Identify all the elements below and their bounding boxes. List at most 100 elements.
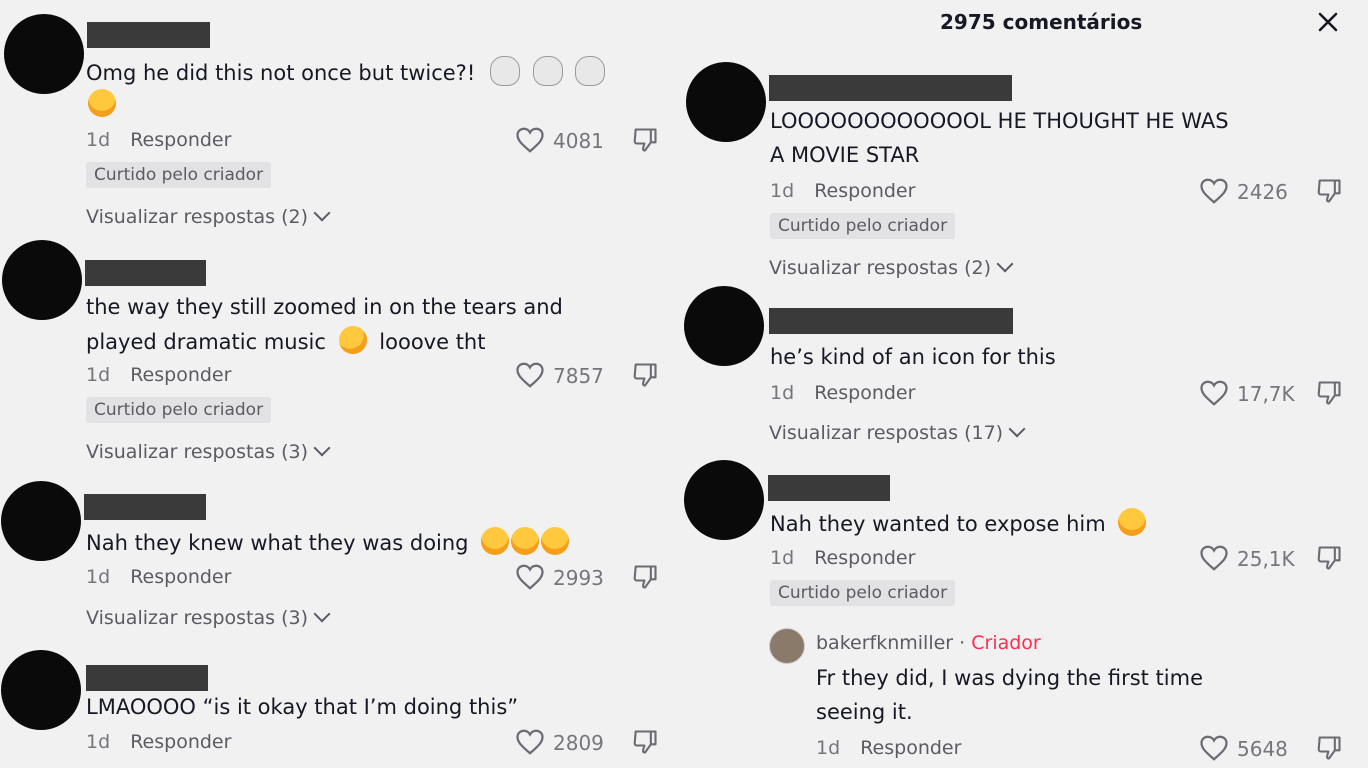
like-count: 17,7K bbox=[1237, 382, 1295, 406]
liked-by-creator-badge: Curtido pelo criador bbox=[86, 162, 272, 188]
laughing-emoji-icon bbox=[481, 527, 510, 555]
like-count: 5648 bbox=[1237, 737, 1288, 761]
laughing-emoji-icon bbox=[541, 527, 570, 555]
chevron-down-icon bbox=[313, 204, 331, 222]
like-count: 2426 bbox=[1237, 180, 1288, 204]
comment-text: Nah they knew what they was doing bbox=[86, 526, 570, 560]
comment-text: LMAOOOO “is it okay that I’m doing this” bbox=[86, 695, 519, 719]
chevron-down-icon bbox=[313, 605, 331, 623]
reply-button[interactable]: Responder bbox=[814, 547, 915, 569]
dislike-icon[interactable] bbox=[1315, 177, 1343, 205]
redacted-username[interactable] bbox=[769, 308, 1013, 334]
dislike-icon[interactable] bbox=[631, 728, 659, 756]
comment-meta: 1d Responder bbox=[86, 364, 231, 386]
like-heart-icon[interactable] bbox=[515, 361, 545, 389]
avatar[interactable] bbox=[1, 481, 81, 561]
liked-by-creator-badge: Curtido pelo criador bbox=[770, 580, 956, 606]
reply-button[interactable]: Responder bbox=[860, 737, 961, 759]
dislike-icon[interactable] bbox=[631, 126, 659, 154]
reply-button[interactable]: Responder bbox=[130, 129, 231, 151]
comment-text-line2: A MOVIE STAR bbox=[770, 143, 920, 167]
view-replies-button[interactable]: Visualizar respostas (2) bbox=[769, 255, 1014, 279]
view-replies-button[interactable]: Visualizar respostas (3) bbox=[86, 439, 331, 463]
view-replies-button[interactable]: Visualizar respostas (17) bbox=[769, 420, 1026, 444]
like-count: 4081 bbox=[553, 129, 604, 153]
comment-time: 1d bbox=[770, 547, 795, 569]
dislike-icon[interactable] bbox=[1315, 544, 1343, 572]
reply-button[interactable]: Responder bbox=[814, 382, 915, 404]
comment-time: 1d bbox=[770, 180, 795, 202]
laughing-emoji-icon bbox=[88, 89, 116, 117]
avatar[interactable] bbox=[684, 286, 764, 366]
creator-username[interactable]: bakerfknmiller bbox=[816, 632, 953, 654]
avatar[interactable] bbox=[684, 460, 764, 540]
like-heart-icon[interactable] bbox=[1199, 177, 1229, 205]
like-count: 2993 bbox=[553, 566, 604, 590]
like-heart-icon[interactable] bbox=[1199, 734, 1229, 762]
laughing-emoji-icon bbox=[1118, 508, 1147, 536]
dislike-icon[interactable] bbox=[1315, 379, 1343, 407]
like-count: 2809 bbox=[553, 731, 604, 755]
comment-time: 1d bbox=[86, 129, 111, 151]
comment-text: Omg he did this not once but twice?! bbox=[86, 56, 606, 90]
redacted-username[interactable] bbox=[768, 475, 890, 501]
comment-meta: 1d Responder bbox=[770, 547, 915, 569]
comment-meta: 1d Responder bbox=[86, 566, 231, 588]
comments-panel-left: Omg he did this not once but twice?! 1d … bbox=[0, 0, 684, 768]
avatar[interactable] bbox=[1, 650, 81, 730]
close-icon[interactable] bbox=[1316, 10, 1340, 34]
comment-meta: 1d Responder bbox=[770, 382, 915, 404]
comment-text: he’s kind of an icon for this bbox=[770, 345, 1056, 369]
like-heart-icon[interactable] bbox=[1199, 544, 1229, 572]
avatar[interactable] bbox=[4, 14, 84, 94]
comment-meta: 1d Responder bbox=[816, 737, 961, 759]
comment-time: 1d bbox=[816, 737, 841, 759]
like-heart-icon[interactable] bbox=[515, 563, 545, 591]
dislike-icon[interactable] bbox=[1315, 734, 1343, 762]
comments-panel-right: 2975 comentários LOOOOOOOOOOOOL HE THOUG… bbox=[684, 0, 1368, 768]
chevron-down-icon bbox=[1008, 420, 1026, 438]
skull-emoji-icon bbox=[532, 56, 563, 86]
like-count: 25,1K bbox=[1237, 547, 1295, 571]
comment-meta: 1d Responder bbox=[86, 129, 231, 151]
laughing-emoji-icon bbox=[511, 527, 540, 555]
liked-by-creator-badge: Curtido pelo criador bbox=[86, 397, 272, 423]
reply-button[interactable]: Responder bbox=[130, 731, 231, 753]
redacted-username[interactable] bbox=[86, 665, 208, 691]
redacted-username[interactable] bbox=[85, 260, 206, 286]
chevron-down-icon bbox=[313, 439, 331, 457]
comment-time: 1d bbox=[86, 566, 111, 588]
comment-meta: 1d Responder bbox=[770, 180, 915, 202]
comment-text: LOOOOOOOOOOOOL HE THOUGHT HE WAS bbox=[770, 109, 1229, 133]
comment-text-line2: played dramatic music looove tht bbox=[86, 320, 485, 360]
comment-text: the way they still zoomed in on the tear… bbox=[86, 295, 563, 319]
reply-button[interactable]: Responder bbox=[130, 364, 231, 386]
view-replies-button[interactable]: Visualizar respostas (3) bbox=[86, 605, 331, 629]
creator-tag: Criador bbox=[971, 632, 1041, 654]
comment-text: Nah they wanted to expose him bbox=[770, 507, 1147, 541]
avatar[interactable] bbox=[686, 62, 766, 142]
dislike-icon[interactable] bbox=[631, 361, 659, 389]
creator-avatar[interactable] bbox=[769, 628, 805, 664]
avatar[interactable] bbox=[2, 240, 82, 320]
dislike-icon[interactable] bbox=[631, 563, 659, 591]
rofl-emoji-icon bbox=[333, 320, 372, 360]
redacted-username[interactable] bbox=[84, 494, 206, 520]
liked-by-creator-badge: Curtido pelo criador bbox=[770, 213, 956, 239]
reply-text-line2: seeing it. bbox=[816, 700, 913, 724]
comments-count-title: 2975 comentários bbox=[940, 10, 1143, 34]
comment-text-line2 bbox=[86, 88, 116, 122]
like-heart-icon[interactable] bbox=[515, 728, 545, 756]
comment-meta: 1d Responder bbox=[86, 731, 231, 753]
like-heart-icon[interactable] bbox=[1199, 379, 1229, 407]
like-count: 7857 bbox=[553, 364, 604, 388]
like-heart-icon[interactable] bbox=[515, 126, 545, 154]
reply-button[interactable]: Responder bbox=[130, 566, 231, 588]
view-replies-button[interactable]: Visualizar respostas (2) bbox=[86, 204, 331, 228]
chevron-down-icon bbox=[996, 255, 1014, 273]
redacted-username[interactable] bbox=[769, 75, 1012, 101]
comment-time: 1d bbox=[86, 731, 111, 753]
comment-time: 1d bbox=[86, 364, 111, 386]
reply-button[interactable]: Responder bbox=[814, 180, 915, 202]
redacted-username[interactable] bbox=[87, 22, 210, 48]
